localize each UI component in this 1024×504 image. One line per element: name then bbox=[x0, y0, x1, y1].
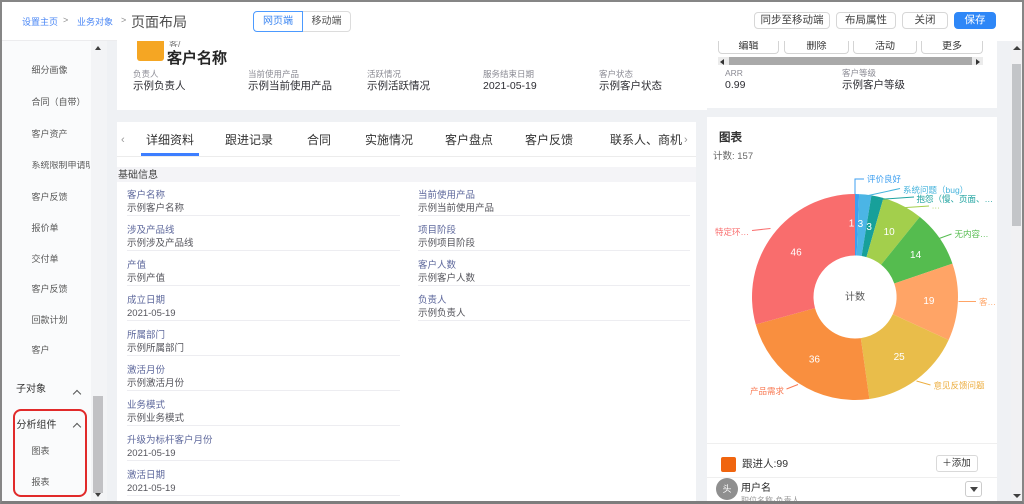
svg-text:1: 1 bbox=[849, 219, 855, 230]
svg-text:意见反馈问题: 意见反馈问题 bbox=[934, 381, 986, 391]
svg-text:46: 46 bbox=[791, 248, 803, 259]
svg-text:3: 3 bbox=[858, 219, 864, 230]
svg-text:客…: 客… bbox=[979, 297, 996, 307]
svg-text:25: 25 bbox=[894, 352, 906, 363]
svg-text:19: 19 bbox=[923, 296, 935, 307]
svg-text:无内容…: 无内容… bbox=[955, 229, 989, 239]
svg-text:…: … bbox=[932, 201, 941, 211]
svg-text:36: 36 bbox=[809, 354, 821, 365]
svg-text:3: 3 bbox=[866, 222, 872, 233]
svg-text:计数: 计数 bbox=[845, 290, 865, 303]
svg-text:10: 10 bbox=[884, 227, 896, 238]
svg-text:产品需求: 产品需求 bbox=[750, 386, 785, 396]
svg-text:14: 14 bbox=[910, 250, 922, 261]
svg-text:抱怨（慢、页面、…: 抱怨（慢、页面、… bbox=[917, 194, 994, 204]
svg-text:评价良好: 评价良好 bbox=[867, 174, 902, 184]
svg-text:特定环…: 特定环… bbox=[715, 227, 749, 237]
